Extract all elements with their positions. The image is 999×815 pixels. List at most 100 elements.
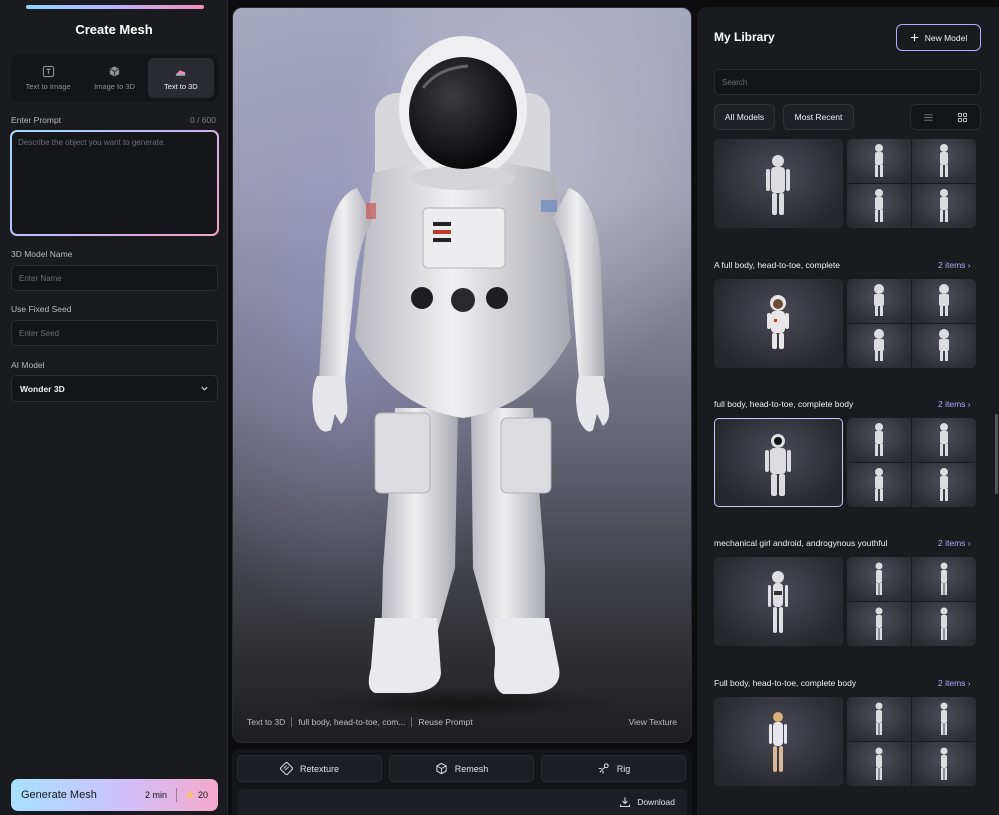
tab-text-to-3d[interactable]: Text to 3D <box>147 58 214 98</box>
grid-view-button[interactable] <box>946 105 981 129</box>
model-thumbnail[interactable] <box>714 697 843 786</box>
variant-thumbnail[interactable] <box>912 139 976 183</box>
figure-icon <box>940 562 948 595</box>
tab-label: Image to 3D <box>94 82 135 91</box>
new-model-button[interactable]: New Model <box>896 24 981 51</box>
group-title: mechanical girl android, androgynous you… <box>714 538 888 548</box>
variant-thumbnail[interactable] <box>847 742 911 786</box>
seed-input[interactable] <box>11 320 218 346</box>
figure-icon <box>875 747 883 780</box>
filter-most-recent[interactable]: Most Recent <box>783 104 854 130</box>
credit-value: 20 <box>197 790 208 800</box>
variant-grid <box>847 279 976 368</box>
variant-thumbnail[interactable] <box>847 557 911 601</box>
credit-cost: 20 <box>185 790 208 800</box>
tab-label: Text to Image <box>25 82 71 91</box>
remesh-button[interactable]: Remesh <box>389 755 534 782</box>
variant-grid <box>847 139 976 228</box>
download-button[interactable]: Download <box>237 789 687 815</box>
retexture-icon <box>279 762 293 775</box>
figure-icon <box>874 329 884 361</box>
model-viewer[interactable]: Text to 3D full body, head-to-toe, com..… <box>232 7 692 743</box>
variant-thumbnail[interactable] <box>912 463 976 507</box>
chevron-right-icon: › <box>967 538 971 548</box>
group-count-link[interactable]: 2 items › <box>938 678 971 688</box>
figure-thumbnail-image <box>767 295 789 349</box>
variant-thumbnail[interactable] <box>912 324 976 368</box>
variant-thumbnail[interactable] <box>912 279 976 323</box>
view-texture-button[interactable]: View Texture <box>623 717 683 727</box>
group-title: Full body, head-to-toe, complete body <box>714 678 857 688</box>
tab-image-to-3d[interactable]: Image to 3D <box>81 58 147 98</box>
retexture-button[interactable]: Retexture <box>237 755 382 782</box>
mode-tabs: Text to Image Image to 3D Text to 3D <box>11 54 218 102</box>
figure-icon <box>940 423 948 456</box>
variant-thumbnail[interactable] <box>847 139 911 183</box>
variant-thumbnail[interactable] <box>912 418 976 462</box>
tab-label: Text to 3D <box>163 82 198 91</box>
figure-icon <box>940 747 948 780</box>
figure-icon <box>939 284 949 316</box>
variant-thumbnail[interactable] <box>912 557 976 601</box>
figure-icon <box>875 702 883 735</box>
model-name-label: 3D Model Name <box>11 249 73 259</box>
filter-all-models[interactable]: All Models <box>714 104 775 130</box>
group-count-link[interactable]: 2 items › <box>938 399 971 409</box>
library-search-input[interactable] <box>714 69 981 95</box>
figure-icon <box>875 144 883 177</box>
variant-grid <box>847 418 976 507</box>
variant-thumbnail[interactable] <box>847 418 911 462</box>
model-thumbnail[interactable] <box>714 139 843 228</box>
text-image-icon <box>42 65 54 78</box>
variant-thumbnail[interactable] <box>847 184 911 228</box>
variant-grid <box>847 557 976 646</box>
group-count-link[interactable]: 2 items › <box>938 538 971 548</box>
astronaut-model-render <box>312 36 613 719</box>
variant-thumbnail[interactable] <box>912 184 976 228</box>
figure-icon <box>875 607 883 640</box>
remesh-label: Remesh <box>454 763 489 774</box>
grid-icon <box>958 112 968 122</box>
chevron-right-icon: › <box>967 260 971 270</box>
panel-title: Create Mesh <box>75 22 153 37</box>
variant-grid <box>847 697 976 786</box>
group-title: full body, head-to-toe, complete body <box>714 399 854 409</box>
figure-thumbnail-image <box>769 712 787 772</box>
model-thumbnail[interactable] <box>714 557 843 646</box>
ai-model-select[interactable]: Wonder 3D <box>11 375 218 402</box>
chevron-down-icon <box>201 386 208 391</box>
viewer-footer: Text to 3D full body, head-to-toe, com..… <box>241 712 683 732</box>
figure-icon <box>875 189 883 222</box>
prompt-textarea[interactable] <box>12 132 217 234</box>
prompt-label: Enter Prompt <box>11 115 62 125</box>
library-title: My Library <box>714 30 775 44</box>
library-scrollbar[interactable] <box>995 414 998 494</box>
model-name-input[interactable] <box>11 265 218 291</box>
model-thumbnail-selected[interactable] <box>714 418 843 507</box>
variant-thumbnail[interactable] <box>847 602 911 646</box>
download-label: Download <box>637 797 675 807</box>
rig-button[interactable]: Rig <box>541 755 686 782</box>
variant-thumbnail[interactable] <box>847 279 911 323</box>
download-icon <box>620 797 631 808</box>
group-count-text: 2 items <box>938 399 966 409</box>
reuse-prompt-link[interactable]: Reuse Prompt <box>412 717 478 727</box>
figure-thumbnail-image <box>766 155 790 215</box>
figure-thumbnail-image <box>768 571 788 633</box>
list-view-button[interactable] <box>911 105 946 129</box>
divider <box>175 788 177 802</box>
model-thumbnail[interactable] <box>714 279 843 368</box>
variant-thumbnail[interactable] <box>847 324 911 368</box>
group-count-link[interactable]: 2 items › <box>938 260 971 270</box>
spark-icon <box>185 790 195 800</box>
variant-thumbnail[interactable] <box>912 697 976 741</box>
tab-text-to-image[interactable]: Text to Image <box>15 58 81 98</box>
variant-thumbnail[interactable] <box>847 697 911 741</box>
generate-mesh-button[interactable]: Generate Mesh 2 min 20 <box>11 779 218 811</box>
variant-thumbnail[interactable] <box>912 602 976 646</box>
variant-thumbnail[interactable] <box>912 742 976 786</box>
prompt-char-counter: 0 / 600 <box>190 115 216 125</box>
group-title: A full body, head-to-toe, complete <box>714 260 841 270</box>
variant-thumbnail[interactable] <box>847 463 911 507</box>
rig-label: Rig <box>616 763 631 774</box>
